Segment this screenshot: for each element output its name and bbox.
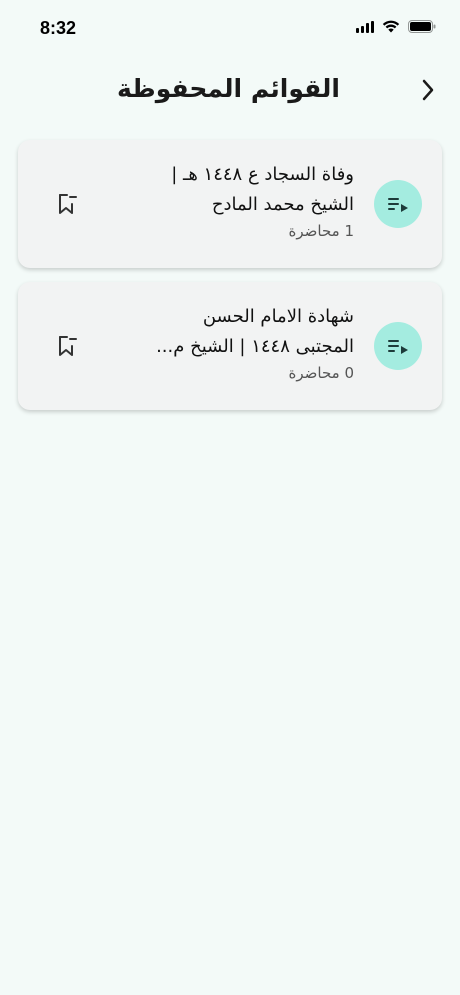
playlist-title-line: شهادة الامام الحسن (202, 306, 354, 327)
playlist-play-icon (388, 340, 408, 354)
lecture-count: 0 محاضرة (288, 364, 354, 382)
bookmark-remove-icon (59, 194, 77, 214)
page-title: القوائم المحفوظة (117, 74, 340, 103)
remove-bookmark-button[interactable] (56, 192, 78, 216)
status-icons (356, 20, 436, 33)
playlist-info: وفاة السجاد ع ١٤٤٨ هـ | الشيخ محمد الماد… (134, 160, 354, 240)
play-playlist-button[interactable] (374, 322, 422, 370)
play-playlist-button[interactable] (374, 180, 422, 228)
playlist-info: شهادة الامام الحسن المجتبى ١٤٤٨ | الشيخ … (134, 302, 354, 382)
playlist-card[interactable]: شهادة الامام الحسن المجتبى ١٤٤٨ | الشيخ … (18, 282, 442, 410)
status-time: 8:32 (40, 18, 77, 38)
cellular-signal-icon (356, 20, 374, 33)
playlist-title: شهادة الامام الحسن المجتبى ١٤٤٨ | الشيخ … (134, 302, 354, 362)
battery-icon (408, 20, 436, 33)
header: القوائم المحفوظة (0, 60, 460, 122)
saved-playlists-list: وفاة السجاد ع ١٤٤٨ هـ | الشيخ محمد الماد… (18, 140, 442, 424)
playlist-title-line: وفاة السجاد ع ١٤٤٨ هـ | (171, 164, 354, 185)
wifi-icon (382, 20, 400, 33)
playlist-title-line: الشيخ محمد المادح (211, 194, 354, 215)
playlist-title: وفاة السجاد ع ١٤٤٨ هـ | الشيخ محمد الماد… (134, 160, 354, 220)
back-button[interactable] (414, 74, 442, 106)
playlist-card[interactable]: وفاة السجاد ع ١٤٤٨ هـ | الشيخ محمد الماد… (18, 140, 442, 268)
status-bar: 8:32 (0, 0, 460, 60)
remove-bookmark-button[interactable] (56, 334, 78, 358)
chevron-right-icon (422, 79, 434, 101)
playlist-title-line: المجتبى ١٤٤٨ | الشيخ م... (156, 336, 354, 357)
lecture-count: 1 محاضرة (288, 222, 354, 240)
bookmark-remove-icon (59, 336, 77, 356)
playlist-play-icon (388, 198, 408, 212)
